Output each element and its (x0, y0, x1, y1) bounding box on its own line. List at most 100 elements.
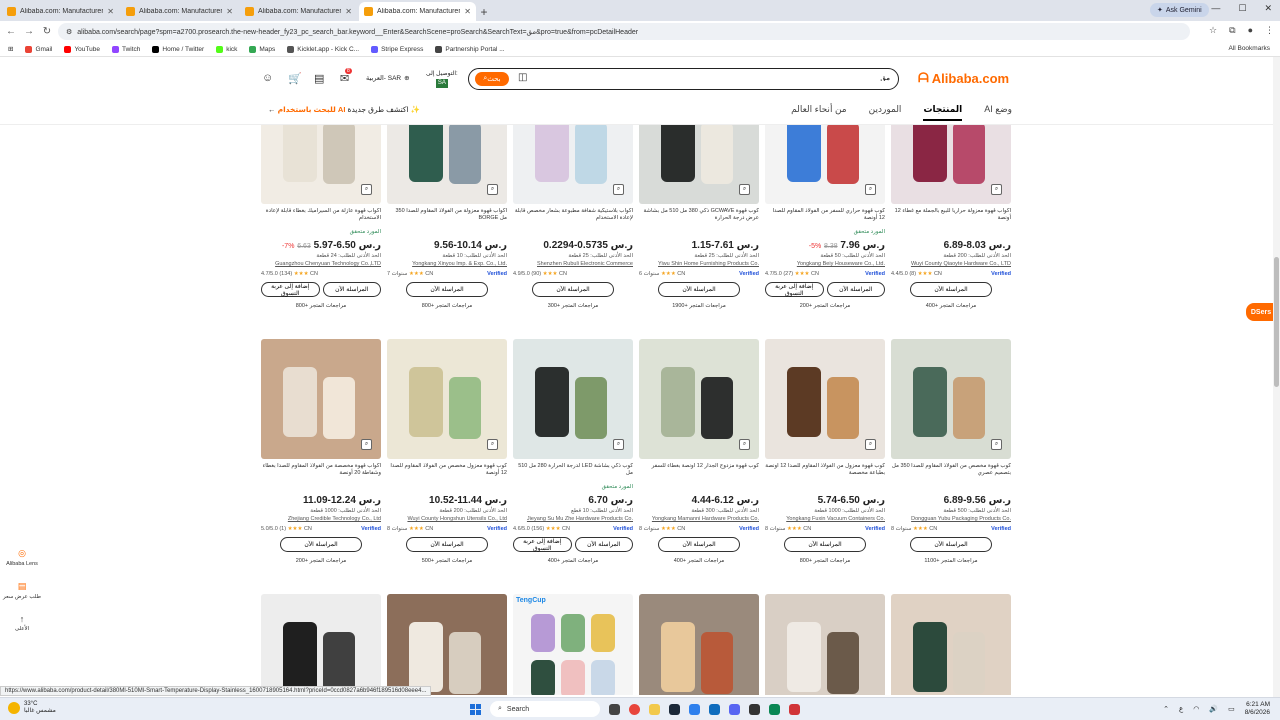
windows-start-icon[interactable] (470, 703, 481, 715)
recording-icon[interactable] (789, 703, 800, 715)
supplier-name[interactable]: Yongkang Mamanni Hardware Products Co. (639, 516, 759, 524)
product-image[interactable]: ⌕ (891, 339, 1011, 459)
rfq-button[interactable]: ▤ طلب عرض سعر (3, 581, 41, 600)
product-card[interactable] (387, 594, 507, 695)
contact-now-button[interactable]: المراسلة الآن (826, 282, 885, 297)
taskbar-search[interactable]: ⌕ Search (490, 701, 600, 717)
supplier-name[interactable]: Guangzhou Chenyuan Technology Co.,LTD (261, 261, 381, 269)
contact-now-button[interactable]: المراسلة الآن (658, 537, 740, 552)
menu-icon[interactable]: ⋮ (1265, 25, 1274, 36)
product-image[interactable] (261, 594, 381, 695)
browser-tab[interactable]: Alibaba.com: Manufacturers, Su✕ (121, 2, 238, 21)
chrome-icon[interactable] (629, 703, 640, 715)
bookmark-item[interactable]: YouTube (64, 45, 100, 53)
store-reviews[interactable]: 400+ مراجعات المتجر (891, 303, 1011, 309)
image-search-icon[interactable]: ⌕ (739, 184, 750, 195)
language-currency[interactable]: العربية- SAR ⊕ (366, 74, 410, 82)
store-reviews[interactable]: 300+ مراجعات المتجر (513, 303, 633, 309)
product-title[interactable]: أكواب قهوة معزولة حراريا للبيع بالجملة م… (891, 208, 1011, 229)
browser-tab[interactable]: Alibaba.com: Manufacturers, Su✕ (359, 2, 476, 21)
product-title[interactable]: كوب قهوة مخصص من الفولاذ المقاوم للصدأ 3… (891, 463, 1011, 484)
extensions-icon[interactable]: ⧉ (1229, 25, 1235, 36)
product-card[interactable]: ⌕ كوب ذكي بشاشة LED لدرجة الحرارة 280 مل … (513, 339, 633, 564)
back-icon[interactable]: ← (4, 26, 18, 37)
product-card[interactable]: ⌕ كوب قهوة مخصص من الفولاذ المقاوم للصدأ … (891, 339, 1011, 564)
image-search-icon[interactable]: ⌕ (487, 184, 498, 195)
bookmark-star-icon[interactable]: ☆ (1209, 25, 1217, 36)
bookmark-item[interactable]: Gmail (25, 45, 52, 53)
alibaba-lens-button[interactable]: ◎ Alibaba Lens (6, 548, 38, 567)
browser-tab[interactable]: Alibaba.com: Manufacturers, Su✕ (2, 2, 119, 21)
orders-icon[interactable]: ▤ (314, 72, 324, 85)
product-image[interactable] (639, 594, 759, 695)
product-title[interactable]: أكواب بلاستيكية شفافة مطبوعة بشعار مخصص … (513, 208, 633, 229)
tab-products[interactable]: المنتجات (923, 104, 963, 121)
bookmark-item[interactable]: Maps (249, 45, 275, 53)
page-scrollbar[interactable] (1273, 57, 1280, 697)
store-reviews[interactable]: 400+ مراجعات المتجر (513, 558, 633, 564)
supplier-name[interactable]: Dongguan Yubu Packaging Products Co. (891, 516, 1011, 524)
weather-widget[interactable]: 33°C مشمس غالبا (8, 701, 56, 715)
reload-icon[interactable]: ↻ (40, 26, 54, 37)
product-title[interactable]: كوب قهوة حراري للسفر من الفولاذ المقاوم … (765, 208, 886, 229)
product-card[interactable]: ⌕ كوب قهوة معزول مخصص من الفولاذ المقاوم … (387, 339, 507, 564)
product-image[interactable]: ⌕ (639, 125, 759, 204)
all-bookmarks[interactable]: All Bookmarks (1228, 45, 1270, 52)
close-tab-icon[interactable]: ✕ (464, 7, 471, 16)
image-search-icon[interactable]: ⌕ (991, 439, 1002, 450)
contact-now-button[interactable]: المراسلة الآن (280, 537, 362, 552)
clock[interactable]: 6:21 AM 8/6/2026 (1245, 701, 1270, 717)
add-to-cart-button[interactable]: إضافة إلى عربة التسوق (261, 282, 320, 297)
add-to-cart-button[interactable]: إضافة إلى عربة التسوق (513, 537, 572, 552)
product-title[interactable]: كوب قهوة معزول من الفولاذ المقاوم للصدأ … (765, 463, 885, 484)
app-icon[interactable] (749, 703, 760, 715)
image-search-icon[interactable]: ⌕ (739, 439, 750, 450)
image-search-icon[interactable]: ⌕ (487, 439, 498, 450)
supplier-name[interactable]: Shenzhen Rubuli Electronic Commerce (513, 261, 633, 269)
store-reviews[interactable]: 200+ مراجعات المتجر (261, 558, 381, 564)
close-window-icon[interactable]: ✕ (1264, 3, 1272, 14)
product-card[interactable]: ⌕ أكواب قهوة مخصصة من الفولاذ المقاوم للص… (261, 339, 381, 564)
image-search-icon[interactable]: ⌕ (361, 184, 372, 195)
address-bar[interactable]: ⚙ alibaba.com/search/page?spm=a2700.pros… (58, 23, 1190, 40)
deliver-to[interactable]: التوصيل إلى: SA (426, 70, 458, 88)
contact-now-button[interactable]: المراسلة الآن (658, 282, 740, 297)
image-search-icon[interactable]: ⌕ (361, 439, 372, 450)
contact-now-button[interactable]: المراسلة الآن (406, 282, 488, 297)
ask-gemini-button[interactable]: ✦ Ask Gemini (1150, 3, 1209, 17)
product-card[interactable]: ⌕ أكواب قهوة عازلة من السيراميك بغطاء قاب… (261, 125, 381, 309)
product-card[interactable]: ⌕ كوب قهوة معزول من الفولاذ المقاوم للصدأ… (765, 339, 885, 564)
contact-now-button[interactable]: المراسلة الآن (322, 282, 381, 297)
back-to-top-button[interactable]: ↑ الأعلى (15, 614, 29, 632)
contact-now-button[interactable]: المراسلة الآن (532, 282, 614, 297)
scrollbar-thumb[interactable] (1274, 257, 1279, 387)
product-card[interactable] (891, 594, 1011, 695)
product-image[interactable]: ⌕ (513, 339, 633, 459)
image-search-icon[interactable]: ⌕ (613, 184, 624, 195)
product-title[interactable]: كوب ذكي بشاشة LED لدرجة الحرارة 280 مل 5… (513, 463, 633, 484)
store-reviews[interactable]: 400+ مراجعات المتجر (639, 558, 759, 564)
maximize-icon[interactable]: ☐ (1238, 3, 1246, 14)
volume-icon[interactable]: 🔊 (1209, 705, 1218, 713)
contact-now-button[interactable]: المراسلة الآن (406, 537, 488, 552)
product-image[interactable]: ⌕ (261, 339, 381, 459)
product-image[interactable] (891, 594, 1011, 695)
product-card[interactable]: ⌕ كوب قهوة مزدوج الجدار 12 أونصة بغطاء لل… (639, 339, 759, 564)
tab-ai-mode[interactable]: وضع AI (984, 104, 1012, 121)
product-image[interactable] (387, 594, 507, 695)
tab-worldwide[interactable]: من أنحاء العالم (791, 104, 847, 121)
store-reviews[interactable]: 500+ مراجعات المتجر (387, 558, 507, 564)
dsers-extension-button[interactable]: DSers (1246, 303, 1276, 321)
supplier-name[interactable]: Yiwu Shin Home Furnishing Products Co. (639, 261, 759, 269)
supplier-name[interactable]: Jieyang Su Mu Zhe Hardware Products Co. (513, 516, 633, 524)
product-image[interactable]: ⌕ (513, 125, 633, 204)
product-image[interactable]: ⌕ (261, 125, 381, 204)
close-tab-icon[interactable]: ✕ (226, 7, 233, 16)
store-reviews[interactable]: 1100+ مراجعات المتجر (891, 558, 1011, 564)
product-card[interactable] (639, 594, 759, 695)
product-title[interactable]: كوب قهوة مزدوج الجدار 12 أونصة بغطاء للس… (639, 463, 759, 484)
product-card[interactable]: ⌕ أكواب بلاستيكية شفافة مطبوعة بشعار مخصص… (513, 125, 633, 309)
site-info-icon[interactable]: ⚙ (66, 28, 72, 36)
image-search-icon[interactable]: ⌕ (865, 439, 876, 450)
product-image[interactable]: ⌕ (639, 339, 759, 459)
